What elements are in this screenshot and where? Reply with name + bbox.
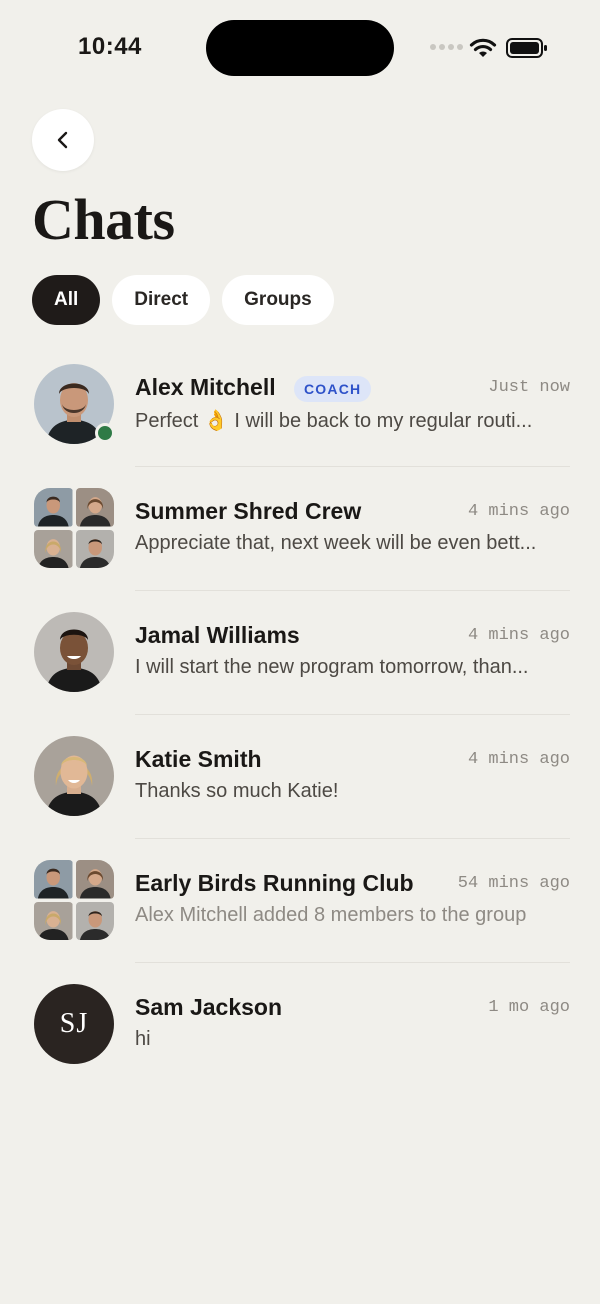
dynamic-island [206, 20, 394, 76]
person-photo-icon [75, 529, 114, 568]
chat-name: Katie Smith [135, 746, 262, 772]
status-time: 10:44 [78, 33, 142, 60]
chat-name: Alex Mitchell [135, 374, 276, 400]
chat-time: Just now [488, 378, 570, 397]
group-avatar [34, 860, 114, 940]
chevron-left-icon [57, 131, 68, 149]
status-bar: 10:44 [0, 0, 600, 96]
coach-badge: COACH [294, 376, 372, 402]
avatar [34, 736, 114, 816]
chat-item[interactable]: Katie Smith 4 mins ago Thanks so much Ka… [32, 714, 570, 838]
avatar [34, 612, 114, 692]
chat-item[interactable]: Jamal Williams 4 mins ago I will start t… [32, 590, 570, 714]
chat-item[interactable]: Early Birds Running Club 54 mins ago Ale… [32, 838, 570, 962]
person-photo-icon [75, 901, 114, 940]
online-status-dot [95, 423, 115, 443]
chat-name: Early Birds Running Club [135, 870, 414, 896]
person-photo-icon [75, 488, 114, 527]
page-title: Chats [32, 187, 175, 252]
filter-groups[interactable]: Groups [222, 275, 334, 325]
chat-item[interactable]: Alex Mitchell COACH Just now Perfect 👌 I… [32, 342, 570, 466]
chat-message-preview: Perfect 👌 I will be back to my regular r… [135, 410, 533, 432]
chat-name: Summer Shred Crew [135, 498, 362, 524]
filter-tabs: All Direct Groups [32, 275, 334, 325]
filter-direct[interactable]: Direct [112, 275, 211, 325]
battery-icon [506, 38, 547, 58]
chat-message-preview: Thanks so much Katie! [135, 780, 339, 802]
person-photo-icon [34, 860, 73, 899]
chat-time: 4 mins ago [467, 626, 570, 645]
chat-time: 54 mins ago [457, 874, 570, 893]
chat-message-preview: hi [135, 1028, 151, 1050]
back-button[interactable] [32, 109, 94, 171]
person-photo-icon [34, 736, 114, 816]
chat-name: Sam Jackson [135, 994, 283, 1020]
chat-message-preview: I will start the new program tomorrow, t… [135, 656, 529, 678]
person-photo-icon [34, 488, 73, 527]
cellular-signal-icon [430, 44, 463, 50]
chat-time: 1 mo ago [488, 998, 570, 1017]
person-photo-icon [34, 612, 114, 692]
group-avatar [34, 488, 114, 568]
person-photo-icon [34, 529, 73, 568]
person-photo-icon [75, 860, 114, 899]
chat-name: Jamal Williams [135, 622, 300, 648]
wifi-icon [469, 38, 497, 57]
chat-message-preview: Alex Mitchell added 8 members to the gro… [135, 904, 527, 926]
chat-time: 4 mins ago [467, 502, 570, 521]
chat-time: 4 mins ago [467, 750, 570, 769]
person-photo-icon [34, 901, 73, 940]
chat-item[interactable]: SJ Sam Jackson 1 mo ago hi [32, 962, 570, 1086]
initials-avatar: SJ [34, 984, 114, 1064]
chat-item[interactable]: Summer Shred Crew 4 mins ago Appreciate … [32, 466, 570, 590]
chat-list: Alex Mitchell COACH Just now Perfect 👌 I… [32, 342, 570, 1086]
avatar [34, 364, 115, 444]
chat-message-preview: Appreciate that, next week will be even … [135, 532, 537, 554]
filter-all[interactable]: All [32, 275, 101, 325]
